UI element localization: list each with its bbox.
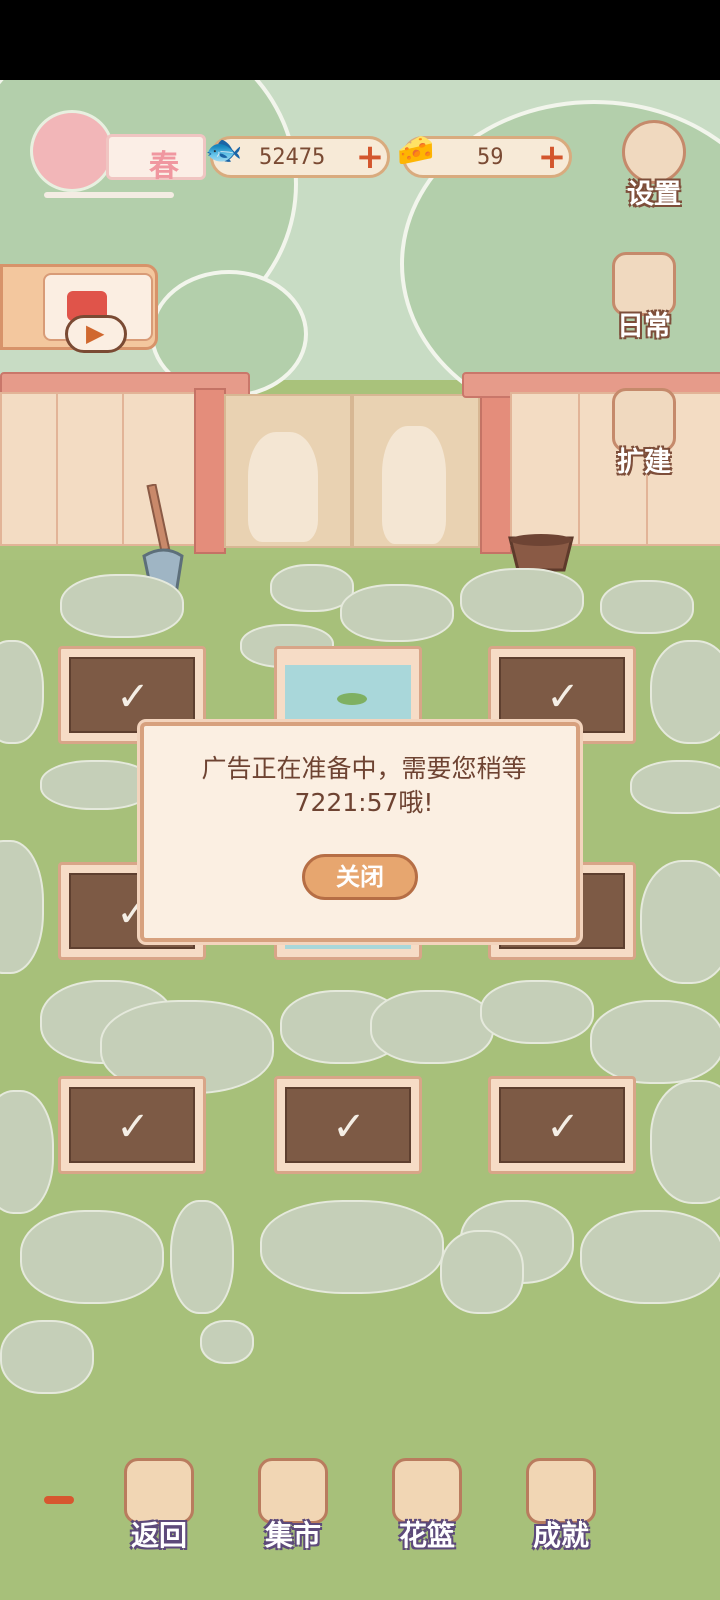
daily-label: 日常 (617, 311, 671, 342)
sprout-icon: ✓ (546, 1104, 580, 1150)
plot-7[interactable]: ✓ (58, 1076, 206, 1174)
nav-market-label: 集市 (264, 1519, 321, 1552)
sprout-icon: ✓ (546, 674, 580, 720)
add-cheese-button[interactable]: + (537, 140, 567, 174)
gate-right (352, 394, 480, 548)
season-progress-bar (44, 192, 174, 198)
cherry-tree-icon (30, 110, 114, 192)
add-fish-button[interactable]: + (355, 140, 385, 174)
play-icon: ▶ (86, 319, 105, 347)
daily-button[interactable]: 日常 (602, 252, 686, 352)
settings-label: 设置 (627, 179, 681, 210)
ad-wait-dialog: 广告正在准备中，需要您稍等7221:57哦! 关闭 (140, 722, 580, 942)
sprout-icon: ✓ (116, 1104, 150, 1150)
cat-silhouette (382, 426, 446, 544)
play-video-button[interactable]: ▶ (65, 315, 127, 353)
dialog-message: 广告正在准备中，需要您稍等7221:57哦! (201, 754, 527, 817)
sprout-icon: ✓ (332, 1104, 366, 1150)
cheese-count: 59 (477, 145, 504, 170)
fish-bone-icon: 🐟 (205, 133, 243, 168)
fish-count: 52475 (259, 145, 326, 170)
watering-ad-panel[interactable]: ▶ (0, 264, 158, 353)
expand-button[interactable]: 扩建 (602, 388, 686, 488)
cheese-currency-pill: 🧀 59 + (397, 133, 572, 178)
season-label-box: 春 (106, 134, 206, 184)
settings-button[interactable]: 设置 (612, 120, 696, 220)
plot-9[interactable]: ✓ (488, 1076, 636, 1174)
expand-label: 扩建 (617, 447, 671, 478)
gate-left (224, 394, 352, 548)
cheese-icon: 🧀 (397, 133, 435, 168)
nav-achievements[interactable]: 成就 (516, 1458, 606, 1558)
sprout-icon: ✓ (116, 674, 150, 720)
nav-back[interactable]: 返回 (114, 1458, 204, 1558)
season-label: 春 (149, 149, 179, 184)
nav-basket-label: 花篮 (398, 1519, 455, 1552)
collapse-handle[interactable] (44, 1496, 74, 1504)
nav-back-label: 返回 (130, 1519, 187, 1552)
nav-market[interactable]: 集市 (248, 1458, 338, 1558)
close-button[interactable]: 关闭 (302, 854, 418, 900)
plot-8[interactable]: ✓ (274, 1076, 422, 1174)
nav-basket[interactable]: 花篮 (382, 1458, 472, 1558)
season-badge[interactable]: 春 (30, 110, 206, 200)
nav-achievements-label: 成就 (532, 1519, 589, 1552)
lily-pad-icon (337, 693, 367, 705)
fish-currency-pill: 🐟 52475 + (205, 133, 390, 178)
mouse-silhouette (248, 432, 318, 542)
